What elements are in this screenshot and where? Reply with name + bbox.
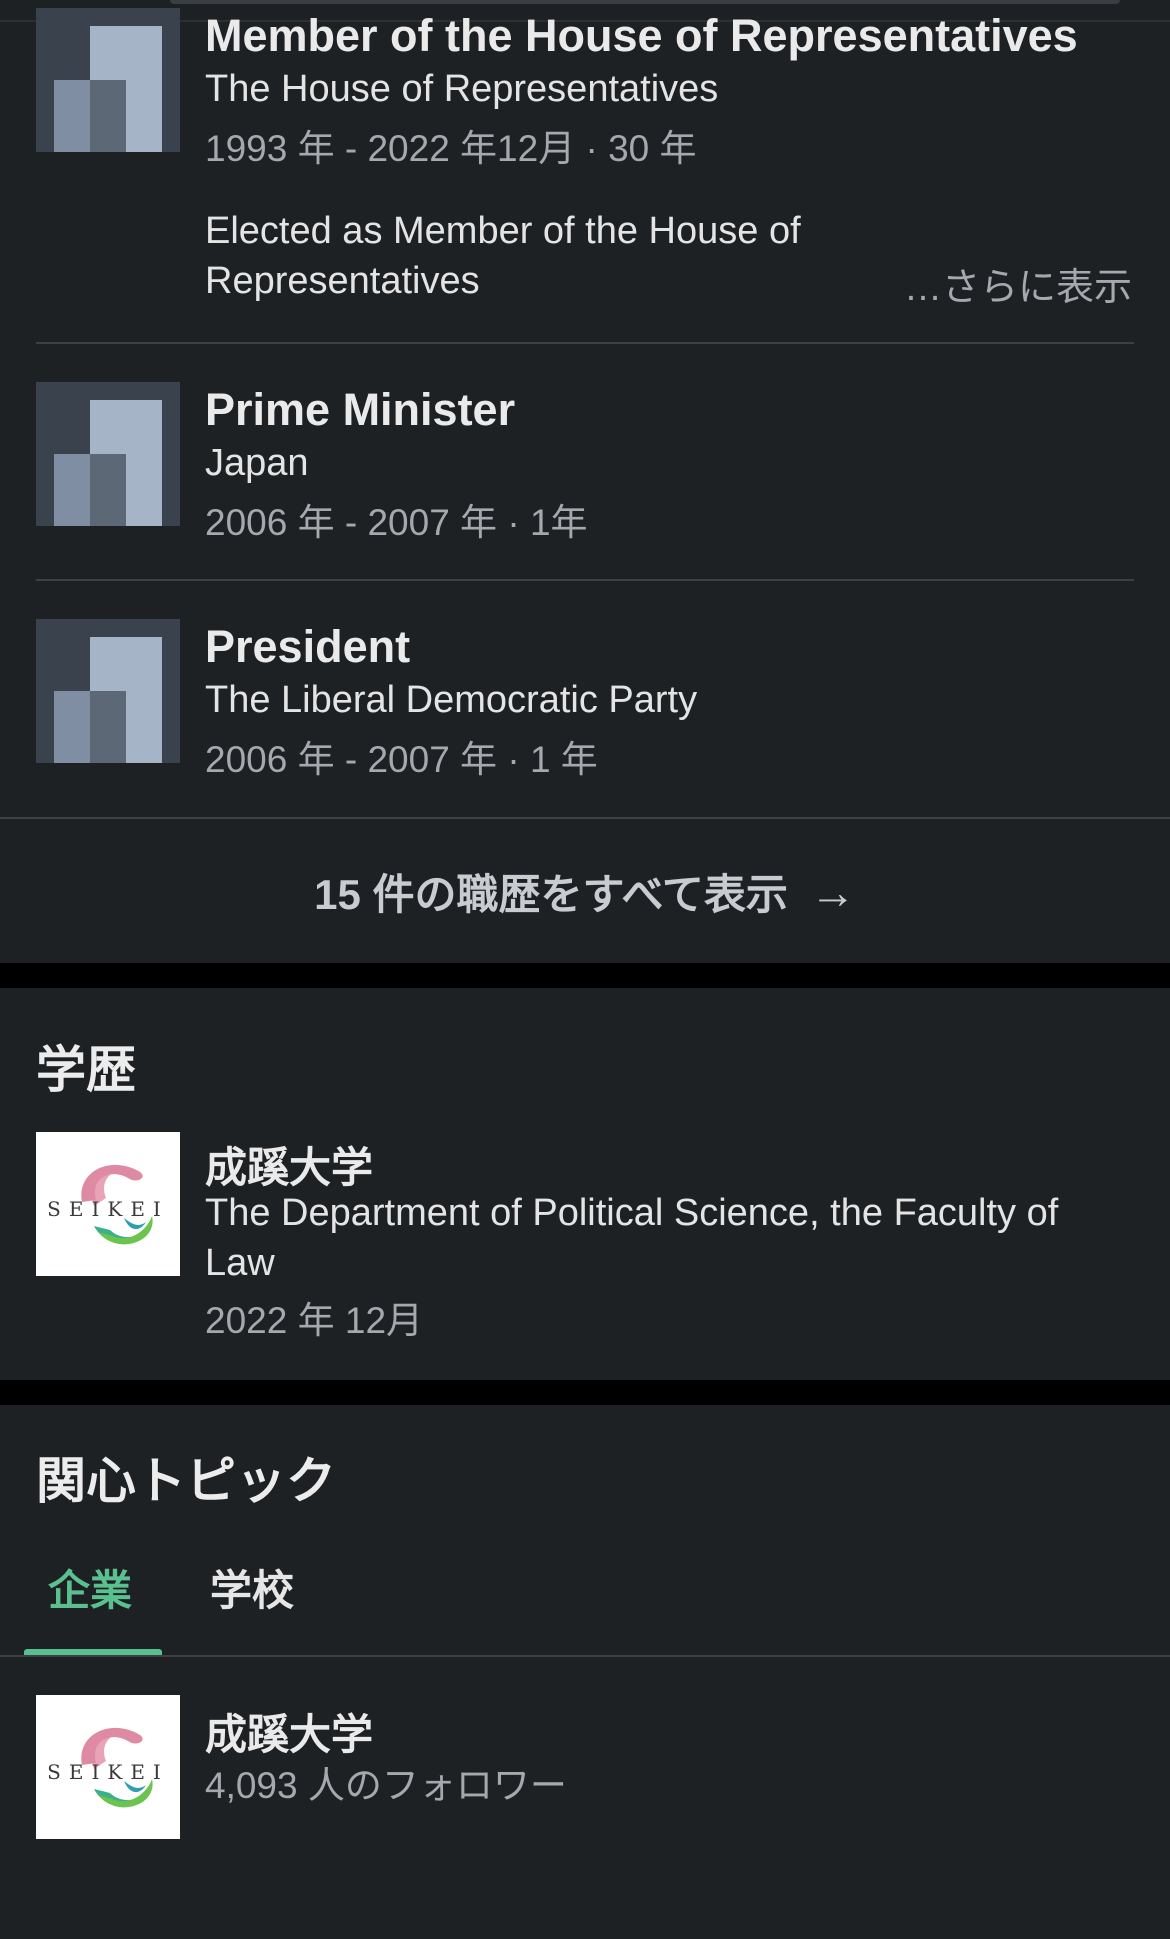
tab-companies[interactable]: 企業 — [48, 1557, 132, 1618]
job-dates: 2006 年 - 2007 年 · 1年 — [205, 502, 588, 543]
item-divider — [36, 579, 1134, 581]
education-section: 学歴 SEIKEI 成蹊大学 The Department of Politic… — [0, 988, 1170, 1380]
job-organization: Japan — [205, 442, 309, 484]
tabs-divider — [0, 1655, 1170, 1657]
job-description: Elected as Member of the House of Repres… — [205, 210, 801, 302]
arrow-right-icon: → — [809, 865, 856, 918]
show-all-label: 15 件の職歴をすべて表示 — [314, 871, 788, 918]
section-footer-divider — [0, 817, 1170, 819]
degree-field: The Department of Political Science, the… — [205, 1192, 1059, 1284]
interests-section: 関心トピック 企業 学校 SEIKEI 成蹊大学 4,093 人のフォロワー — [0, 1405, 1170, 1939]
education-date: 2022 年 12月 — [205, 1300, 424, 1341]
top-overlay-edge — [170, 0, 1120, 4]
company-logo-placeholder[interactable] — [36, 619, 180, 763]
svg-text:SEIKEI: SEIKEI — [47, 1197, 169, 1221]
experience-section: Member of the House of Representatives T… — [0, 0, 1170, 963]
interest-name[interactable]: 成蹊大学 — [205, 1701, 373, 1762]
education-heading: 学歴 — [36, 1042, 136, 1098]
job-title[interactable]: Member of the House of Representatives — [205, 10, 1078, 62]
item-divider — [36, 342, 1134, 344]
seikei-logo-icon: SEIKEI — [47, 1164, 169, 1245]
job-organization: The Liberal Democratic Party — [205, 679, 698, 721]
see-more-link[interactable]: …さらに表示 — [904, 256, 1132, 311]
company-logo-placeholder[interactable] — [36, 382, 180, 526]
school-logo[interactable]: SEIKEI — [36, 1132, 180, 1276]
profile-page: Member of the House of Representatives T… — [0, 0, 1170, 1939]
company-logo-placeholder[interactable] — [36, 8, 180, 152]
job-organization: The House of Representatives — [205, 68, 719, 110]
job-dates: 2006 年 - 2007 年 · 1 年 — [205, 739, 598, 780]
job-title[interactable]: President — [205, 621, 410, 673]
svg-text:SEIKEI: SEIKEI — [47, 1760, 169, 1784]
show-all-experience-button[interactable]: 15 件の職歴をすべて表示 → — [0, 820, 1170, 963]
job-dates: 1993 年 - 2022 年12月 · 30 年 — [205, 128, 697, 169]
tab-schools[interactable]: 学校 — [210, 1557, 294, 1618]
follower-count: 4,093 人のフォロワー — [205, 1765, 567, 1806]
interests-heading: 関心トピック — [36, 1453, 336, 1509]
seikei-logo-icon: SEIKEI — [47, 1727, 169, 1808]
job-title[interactable]: Prime Minister — [205, 384, 515, 436]
school-name[interactable]: 成蹊大学 — [205, 1134, 373, 1195]
interest-logo[interactable]: SEIKEI — [36, 1695, 180, 1839]
